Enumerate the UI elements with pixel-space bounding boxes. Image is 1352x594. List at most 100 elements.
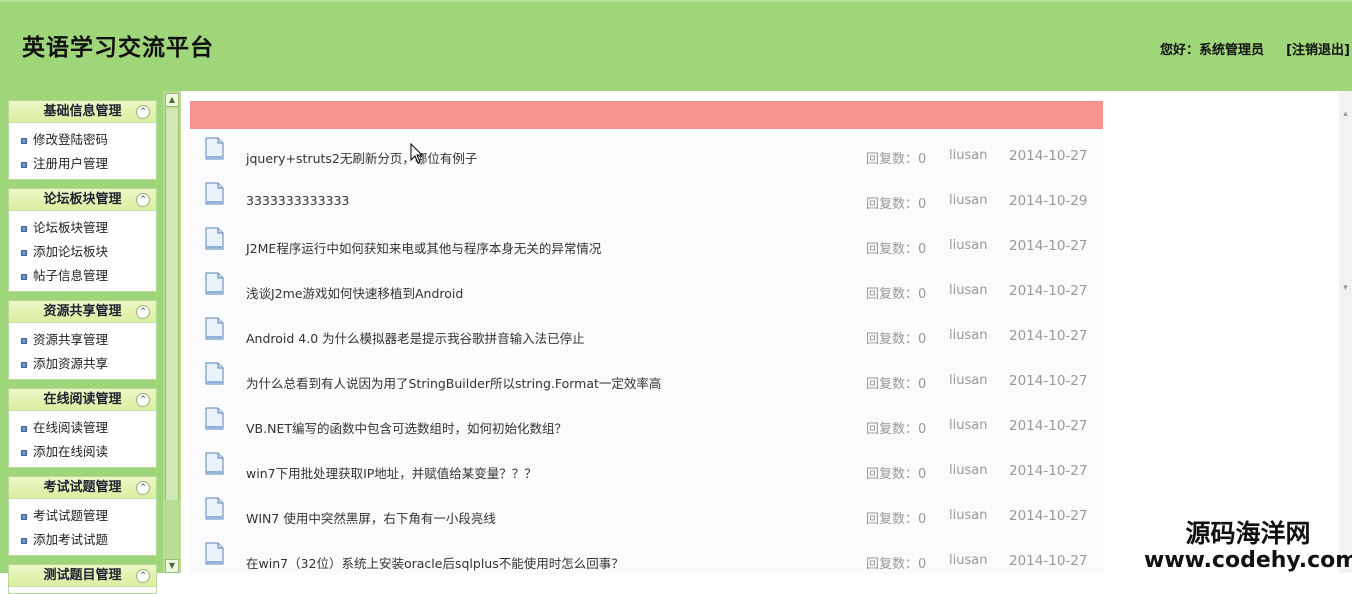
page-scrollbar[interactable]: [1339, 91, 1352, 573]
post-title[interactable]: Android 4.0 为什么模拟器老是提示我谷歌拼音输入法已停止: [246, 328, 585, 347]
post-title[interactable]: 在win7（32位）系统上安装oracle后sqlplus不能使用时怎么回事？: [246, 553, 624, 572]
menu-item-label: 修改登陆密码: [33, 132, 109, 147]
panel-header[interactable]: 基础信息管理 ⌃: [9, 101, 156, 123]
sidebar-menu-item[interactable]: 添加考试试题: [9, 528, 156, 552]
reply-count: 回复数：0: [866, 332, 927, 347]
menu-item-label: 在线阅读管理: [33, 420, 109, 435]
post-title[interactable]: 3333333333333: [246, 193, 349, 208]
post-author: liusan: [949, 148, 988, 163]
collapse-icon[interactable]: ⌃: [136, 105, 150, 119]
post-title[interactable]: VB.NET编写的函数中包含可选数组时，如何初始化数组？: [246, 418, 567, 437]
sidebar-panel: 基础信息管理 ⌃ 修改登陆密码 注册用户管理: [8, 100, 157, 180]
reply-count: 回复数：0: [866, 512, 927, 527]
menu-item-label: 添加在线阅读: [33, 444, 109, 459]
list-item: J2ME程序运行中如何获知来电或其他与程序本身无关的异常情况 回复数：0 liusa…: [190, 224, 1103, 269]
list-item: WIN7 使用中突然黑屏，右下角有一小段亮线 回复数：0 liusan 2014-10…: [190, 494, 1103, 539]
post-date: 2014-10-27: [1009, 373, 1088, 389]
post-author: liusan: [949, 508, 988, 523]
panel-header[interactable]: 考试试题管理 ⌃: [9, 477, 156, 499]
document-icon: [205, 542, 224, 565]
panel-title: 资源共享管理: [43, 304, 122, 319]
document-icon: [205, 407, 224, 430]
bullet-icon: [21, 225, 27, 232]
post-date: 2014-10-27: [1009, 463, 1088, 479]
post-date: 2014-10-27: [1009, 553, 1088, 569]
post-title[interactable]: win7下用批处理获取IP地址，并赋值给某变量？？？: [246, 463, 537, 482]
collapse-icon[interactable]: ⌃: [136, 481, 150, 495]
menu-item-label: 添加资源共享: [33, 356, 109, 371]
menu-item-label: 论坛板块管理: [33, 220, 109, 235]
sidebar-menu-item[interactable]: 添加论坛板块: [9, 240, 156, 264]
bullet-icon: [21, 425, 27, 432]
sidebar-panel: 测试题目管理 ⌃: [8, 564, 157, 594]
menu-item-label: 注册用户管理: [33, 156, 109, 171]
sidebar-menu-item[interactable]: 添加资源共享: [9, 352, 156, 376]
bullet-icon: [21, 273, 27, 280]
post-author: liusan: [949, 283, 988, 298]
bullet-icon: [21, 537, 27, 544]
collapse-icon[interactable]: ⌃: [136, 569, 150, 583]
post-title[interactable]: 浅谈J2me游戏如何快速移植到Android: [246, 283, 463, 302]
post-author: liusan: [949, 463, 988, 478]
site-title: 英语学习交流平台: [22, 34, 214, 61]
sidebar-menu-item[interactable]: 添加在线阅读: [9, 440, 156, 464]
document-icon: [205, 452, 224, 475]
sidebar-panel: 在线阅读管理 ⌃ 在线阅读管理 添加在线阅读: [8, 388, 157, 468]
reply-count: 回复数：0: [866, 377, 927, 392]
list-item: 为什么总看到有人说因为用了StringBuilder所以string.Forma…: [190, 359, 1103, 404]
collapse-icon[interactable]: ⌃: [136, 393, 150, 407]
scroll-up-icon[interactable]: ▲: [165, 93, 179, 107]
list-item: 3333333333333 回复数：0 liusan 2014-10-29: [190, 179, 1103, 224]
post-author: liusan: [949, 373, 988, 388]
top-header: 英语学习交流平台 您好：系统管理员 [注销退出]: [0, 0, 1352, 91]
post-title[interactable]: 为什么总看到有人说因为用了StringBuilder所以string.Forma…: [246, 373, 661, 392]
scroll-down-icon[interactable]: ▼: [165, 559, 179, 573]
menu-item-label: 添加考试试题: [33, 532, 109, 547]
sidebar-menu-item[interactable]: 注册用户管理: [9, 152, 156, 176]
panel-header[interactable]: 在线阅读管理 ⌃: [9, 389, 156, 411]
scrollbar-track[interactable]: [165, 108, 179, 500]
panel-title: 考试试题管理: [43, 480, 122, 495]
sidebar-panel: 论坛板块管理 ⌃ 论坛板块管理 添加论坛板块帖子信息管理: [8, 188, 157, 292]
collapse-icon[interactable]: ⌃: [136, 193, 150, 207]
reply-count: 回复数：0: [866, 467, 927, 482]
post-date: 2014-10-27: [1009, 328, 1088, 344]
page-scroll-down-icon[interactable]: ▾: [1340, 283, 1351, 297]
collapse-icon[interactable]: ⌃: [136, 305, 150, 319]
post-date: 2014-10-27: [1009, 283, 1088, 299]
menu-item-label: 添加论坛板块: [33, 244, 109, 259]
logout-link[interactable]: [注销退出]: [1286, 39, 1350, 58]
post-date: 2014-10-29: [1009, 193, 1088, 209]
post-title[interactable]: WIN7 使用中突然黑屏，右下角有一小段亮线: [246, 508, 496, 527]
sidebar-menu-item[interactable]: 帖子信息管理: [9, 264, 156, 288]
mouse-cursor-icon: [410, 143, 424, 164]
document-icon: [205, 227, 224, 250]
page-scroll-up-icon[interactable]: ▴: [1340, 109, 1351, 123]
list-item: 在win7（32位）系统上安装oracle后sqlplus不能使用时怎么回事？ 回…: [190, 539, 1103, 584]
post-title[interactable]: jquery+struts2无刷新分页，哪位有例子: [246, 148, 477, 167]
post-title[interactable]: J2ME程序运行中如何获知来电或其他与程序本身无关的异常情况: [246, 238, 601, 257]
watermark-name: 源码海洋网: [1185, 519, 1311, 548]
post-date: 2014-10-27: [1009, 418, 1088, 434]
post-author: liusan: [949, 238, 988, 253]
sidebar-menu-item[interactable]: 修改登陆密码: [9, 128, 156, 152]
sidebar-menu-item[interactable]: 考试试题管理: [9, 504, 156, 528]
sidebar-menu-item[interactable]: 资源共享管理: [9, 328, 156, 352]
bullet-icon: [21, 337, 27, 344]
post-date: 2014-10-27: [1009, 508, 1088, 524]
sidebar-panel: 考试试题管理 ⌃ 考试试题管理添加考试试题: [8, 476, 157, 556]
menu-item-label: 资源共享管理: [33, 332, 109, 347]
sidebar-menu-item[interactable]: 论坛板块管理: [9, 216, 156, 240]
document-icon: [205, 497, 224, 520]
reply-count: 回复数：0: [866, 287, 927, 302]
sidebar-menu-item[interactable]: 在线阅读管理: [9, 416, 156, 440]
post-author: liusan: [949, 553, 988, 568]
panel-header[interactable]: 论坛板块管理 ⌃: [9, 189, 156, 211]
post-date: 2014-10-27: [1009, 238, 1088, 254]
watermark-url: www.codehy.com: [1144, 548, 1352, 573]
panel-title: 基础信息管理: [43, 104, 122, 119]
post-author: liusan: [949, 193, 988, 208]
main-content: jquery+struts2无刷新分页，哪位有例子回复数：0 liusan 2014…: [181, 91, 1352, 574]
panel-header[interactable]: 测试题目管理 ⌃: [9, 565, 156, 587]
panel-header[interactable]: 资源共享管理 ⌃: [9, 301, 156, 323]
